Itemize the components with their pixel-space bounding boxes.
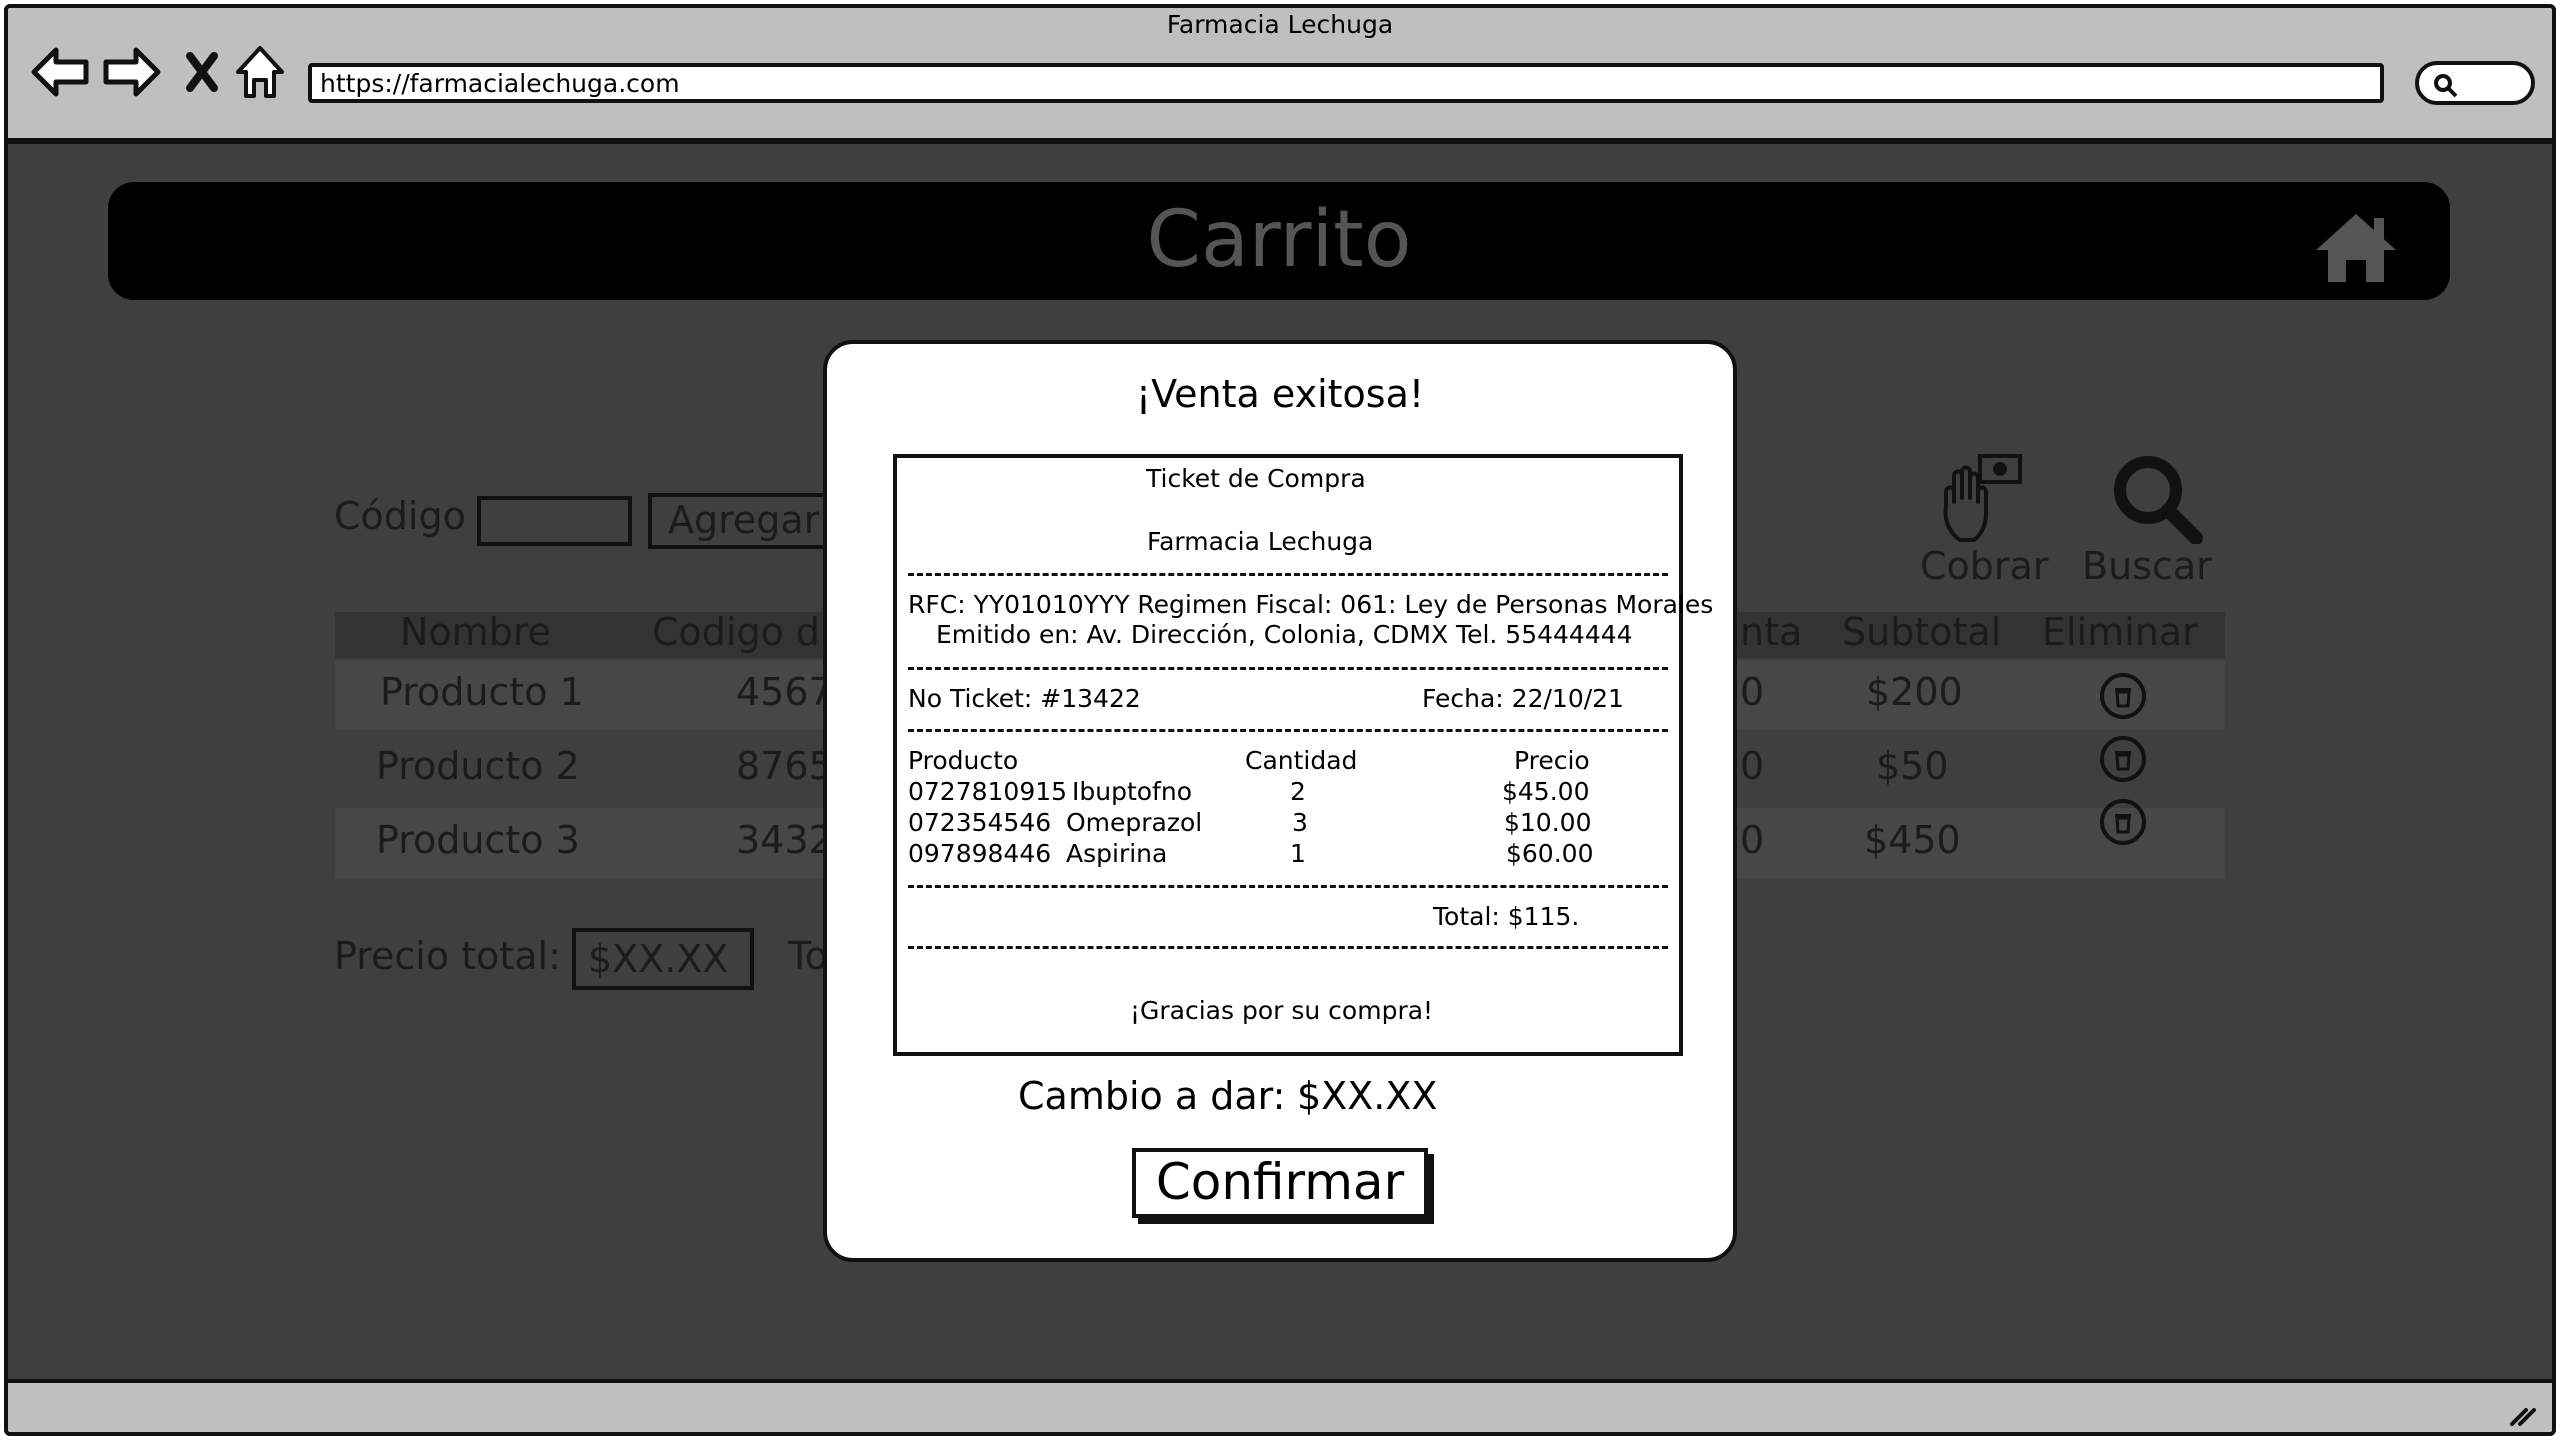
receipt-item-qty: 2	[1290, 777, 1306, 806]
row-codigo: 4567	[736, 670, 833, 714]
delete-icon[interactable]	[2100, 799, 2146, 845]
row-nombre: Producto 3	[376, 818, 580, 862]
col-header-eliminar: Eliminar	[2042, 610, 2198, 654]
row-subtotal: $450	[1864, 818, 1961, 862]
cobrar-button[interactable]: Cobrar	[1906, 452, 2049, 592]
delete-icon[interactable]	[2100, 673, 2146, 719]
receipt-item-name: Omeprazol	[1066, 808, 1203, 837]
receipt-item-code: 097898446	[908, 839, 1052, 868]
cobrar-label: Cobrar	[1920, 544, 2049, 588]
total-fragment: To	[788, 934, 829, 978]
modal-title: ¡Venta exitosa!	[1135, 372, 1425, 416]
row-venta: 0	[1740, 670, 1765, 714]
col-header-venta: nta	[1740, 610, 1803, 654]
receipt-item-price: $10.00	[1504, 808, 1592, 837]
buscar-button[interactable]: Buscar	[2080, 452, 2220, 592]
stop-icon[interactable]	[184, 50, 220, 94]
col-header-codigo: Codigo d	[652, 610, 821, 654]
receipt-address: Emitido en: Av. Dirección, Colonia, CDMX…	[936, 620, 1633, 649]
col-header-nombre: Nombre	[400, 610, 551, 654]
change-value: $XX.XX	[1297, 1074, 1438, 1118]
add-button[interactable]: Agregar	[648, 493, 828, 549]
receipt-item-code: 072354546	[908, 808, 1052, 837]
cash-hand-icon	[1943, 454, 2022, 542]
back-icon[interactable]	[30, 46, 90, 98]
receipt-date: Fecha: 22/10/21	[1422, 684, 1624, 713]
divider	[908, 946, 1668, 949]
search-icon	[2434, 74, 2458, 98]
divider	[908, 573, 1668, 576]
row-nombre: Producto 1	[380, 670, 584, 714]
row-venta: 0	[1740, 818, 1765, 862]
receipt-item-code: 0727810915	[908, 777, 1068, 806]
receipt-total: Total: $115.	[1433, 902, 1580, 931]
receipt-col-precio: Precio	[1514, 746, 1590, 775]
divider	[908, 729, 1668, 732]
receipt-item-name: Ibuptofno	[1072, 777, 1192, 806]
receipt-ticket-no: No Ticket: #13422	[908, 684, 1141, 713]
forward-icon[interactable]	[102, 46, 162, 98]
buscar-label: Buscar	[2082, 544, 2212, 588]
delete-icon[interactable]	[2100, 736, 2146, 782]
browser-search-field[interactable]	[2415, 61, 2535, 105]
receipt-item-name: Aspirina	[1066, 839, 1168, 868]
receipt-item-price: $45.00	[1502, 777, 1590, 806]
total-field[interactable]: $XX.XX	[572, 928, 754, 990]
status-bar	[8, 1379, 2552, 1431]
receipt-store: Farmacia Lechuga	[1147, 527, 1374, 556]
row-subtotal: $50	[1876, 744, 1949, 788]
home-icon[interactable]	[2312, 210, 2400, 286]
confirm-button[interactable]: Confirmar	[1132, 1148, 1428, 1218]
col-header-subtotal: Subtotal	[1842, 610, 2002, 654]
divider	[908, 667, 1668, 670]
row-nombre: Producto 2	[376, 744, 580, 788]
total-label: Precio total:	[334, 934, 561, 978]
receipt-rfc: RFC: YY01010YYY Regimen Fiscal: 061: Ley…	[908, 590, 1714, 619]
code-label: Código	[334, 494, 466, 538]
row-subtotal: $200	[1866, 670, 1963, 714]
magnifier-icon	[2114, 456, 2203, 544]
home-icon[interactable]	[234, 44, 286, 100]
row-codigo: 3432	[736, 818, 833, 862]
code-input[interactable]	[477, 496, 632, 546]
url-bar[interactable]: https://farmacialechuga.com	[308, 63, 2384, 103]
row-codigo: 8765	[736, 744, 833, 788]
receipt-thanks: ¡Gracias por su compra!	[1130, 996, 1434, 1025]
receipt-col-producto: Producto	[908, 746, 1019, 775]
row-venta: 0	[1740, 744, 1765, 788]
page-title: Carrito	[1146, 195, 1412, 285]
divider	[908, 885, 1668, 888]
receipt-col-cantidad: Cantidad	[1245, 746, 1358, 775]
change-label: Cambio a dar:	[1018, 1074, 1286, 1118]
window-title: Farmacia Lechuga	[1166, 10, 1394, 39]
receipt-heading: Ticket de Compra	[1146, 464, 1366, 493]
resize-grip-icon[interactable]	[2508, 1398, 2538, 1428]
receipt-item-price: $60.00	[1506, 839, 1594, 868]
receipt-item-qty: 3	[1292, 808, 1308, 837]
receipt-item-qty: 1	[1290, 839, 1306, 868]
